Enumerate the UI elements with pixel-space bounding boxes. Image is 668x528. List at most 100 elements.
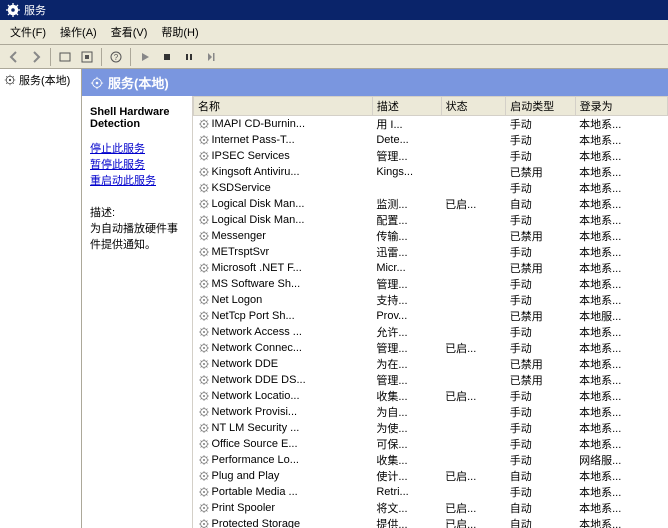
table-row[interactable]: Protected Storage提供...已启...自动本地系...	[194, 516, 668, 528]
cell-status	[441, 116, 506, 133]
right-pane-body: Shell Hardware Detection 停止此服务 暂停此服务 重启动…	[82, 96, 668, 528]
cell-status	[441, 436, 506, 452]
service-list[interactable]: 名称 描述 状态 启动类型 登录为 IMAPI CD-Burnin...用 I.…	[192, 96, 668, 528]
menu-bar: 文件(F) 操作(A) 查看(V) 帮助(H)	[0, 20, 668, 45]
forward-button[interactable]	[26, 47, 46, 67]
table-row[interactable]: Kingsoft Antiviru...Kings...已禁用本地系...	[194, 164, 668, 180]
table-row[interactable]: Logical Disk Man...监测...已启...自动本地系...	[194, 196, 668, 212]
table-row[interactable]: Office Source E...可保...手动本地系...	[194, 436, 668, 452]
cell-name: Office Source E...	[194, 436, 373, 452]
cell-name: METrsptSvr	[194, 244, 373, 260]
pause-service-button[interactable]	[179, 47, 199, 67]
cell-desc: 管理...	[372, 372, 441, 388]
cell-startup: 自动	[506, 500, 575, 516]
table-row[interactable]: MS Software Sh...管理...手动本地系...	[194, 276, 668, 292]
table-row[interactable]: Portable Media ...Retri...手动本地系...	[194, 484, 668, 500]
cell-startup: 手动	[506, 116, 575, 133]
detail-pane: Shell Hardware Detection 停止此服务 暂停此服务 重启动…	[82, 96, 192, 528]
table-row[interactable]: Net Logon支持...手动本地系...	[194, 292, 668, 308]
pause-link[interactable]: 暂停此服务	[90, 156, 184, 172]
table-row[interactable]: Network Provisi...为自...手动本地系...	[194, 404, 668, 420]
cell-desc: Dete...	[372, 132, 441, 148]
cell-logon: 本地系...	[575, 484, 667, 500]
start-service-button[interactable]	[135, 47, 155, 67]
cell-startup: 手动	[506, 388, 575, 404]
cell-name: NetTcp Port Sh...	[194, 308, 373, 324]
cell-logon: 本地系...	[575, 420, 667, 436]
table-row[interactable]: IPSEC Services管理...手动本地系...	[194, 148, 668, 164]
cell-startup: 手动	[506, 452, 575, 468]
table-row[interactable]: Microsoft .NET F...Micr...已禁用本地系...	[194, 260, 668, 276]
table-row[interactable]: IMAPI CD-Burnin...用 I...手动本地系...	[194, 116, 668, 133]
table-row[interactable]: Network Locatio...收集...已启...手动本地系...	[194, 388, 668, 404]
cell-startup: 已禁用	[506, 356, 575, 372]
table-row[interactable]: Logical Disk Man...配置... 手动本地系...	[194, 212, 668, 228]
tree-root[interactable]: 服务(本地)	[2, 71, 79, 89]
cell-desc	[372, 180, 441, 196]
col-name[interactable]: 名称	[194, 97, 373, 116]
col-logon[interactable]: 登录为	[575, 97, 667, 116]
menu-action[interactable]: 操作(A)	[54, 22, 103, 42]
cell-status	[441, 484, 506, 500]
table-row[interactable]: Network Access ...允许...手动本地系...	[194, 324, 668, 340]
cell-status	[441, 244, 506, 260]
tree-pane: 服务(本地)	[0, 69, 82, 528]
back-button[interactable]	[4, 47, 24, 67]
table-row[interactable]: Network DDE DS...管理...已禁用本地系...	[194, 372, 668, 388]
table-row[interactable]: KSDService手动本地系...	[194, 180, 668, 196]
cell-startup: 手动	[506, 420, 575, 436]
table-row[interactable]: Performance Lo...收集...手动网络服...	[194, 452, 668, 468]
cell-name: Network Locatio...	[194, 388, 373, 404]
cell-name: Net Logon	[194, 292, 373, 308]
cell-status: 已启...	[441, 196, 506, 212]
cell-logon: 本地系...	[575, 356, 667, 372]
cell-name: Logical Disk Man...	[194, 212, 373, 228]
services-icon	[4, 74, 16, 86]
restart-link[interactable]: 重启动此服务	[90, 172, 184, 188]
stop-link[interactable]: 停止此服务	[90, 140, 184, 156]
menu-view[interactable]: 查看(V)	[105, 22, 154, 42]
cell-desc: 支持...	[372, 292, 441, 308]
app-icon	[6, 3, 20, 17]
cell-name: Microsoft .NET F...	[194, 260, 373, 276]
cell-desc: 管理...	[372, 148, 441, 164]
toolbar-separator	[101, 48, 102, 66]
cell-logon: 本地系...	[575, 132, 667, 148]
table-row[interactable]: METrsptSvr迅雷...手动本地系...	[194, 244, 668, 260]
cell-desc: 配置...	[372, 212, 441, 228]
description-block: 描述: 为自动播放硬件事件提供通知。	[90, 204, 184, 252]
table-row[interactable]: Plug and Play使计...已启...自动本地系...	[194, 468, 668, 484]
cell-desc: 为使...	[372, 420, 441, 436]
menu-file[interactable]: 文件(F)	[4, 22, 52, 42]
table-row[interactable]: Internet Pass-T...Dete...手动本地系...	[194, 132, 668, 148]
cell-status	[441, 228, 506, 244]
cell-desc: 管理...	[372, 276, 441, 292]
table-row[interactable]: Print Spooler将文...已启...自动本地系...	[194, 500, 668, 516]
refresh-button[interactable]	[77, 47, 97, 67]
cell-desc: 用 I...	[372, 116, 441, 133]
cell-desc: 将文...	[372, 500, 441, 516]
menu-help[interactable]: 帮助(H)	[155, 22, 204, 42]
table-row[interactable]: NT LM Security ...为使...手动本地系...	[194, 420, 668, 436]
cell-logon: 本地系...	[575, 212, 667, 228]
cell-name: Network DDE DS...	[194, 372, 373, 388]
cell-name: Network DDE	[194, 356, 373, 372]
toolbar: ?	[0, 45, 668, 69]
cell-name: Network Access ...	[194, 324, 373, 340]
main-area: 服务(本地) 服务(本地) Shell Hardware Detection 停…	[0, 69, 668, 528]
table-row[interactable]: Network Connec...管理...已启...手动本地系...	[194, 340, 668, 356]
cell-desc: Micr...	[372, 260, 441, 276]
col-desc[interactable]: 描述	[372, 97, 441, 116]
stop-service-button[interactable]	[157, 47, 177, 67]
help-button[interactable]: ?	[106, 47, 126, 67]
table-row[interactable]: Network DDE为在...已禁用本地系...	[194, 356, 668, 372]
table-row[interactable]: NetTcp Port Sh...Prov...已禁用本地服...	[194, 308, 668, 324]
cell-status	[441, 276, 506, 292]
cell-desc: 收集...	[372, 452, 441, 468]
table-row[interactable]: Messenger传输...已禁用本地系...	[194, 228, 668, 244]
export-button[interactable]	[55, 47, 75, 67]
cell-startup: 手动	[506, 212, 575, 228]
col-startup[interactable]: 启动类型	[506, 97, 575, 116]
restart-service-button[interactable]	[201, 47, 221, 67]
col-status[interactable]: 状态	[441, 97, 506, 116]
